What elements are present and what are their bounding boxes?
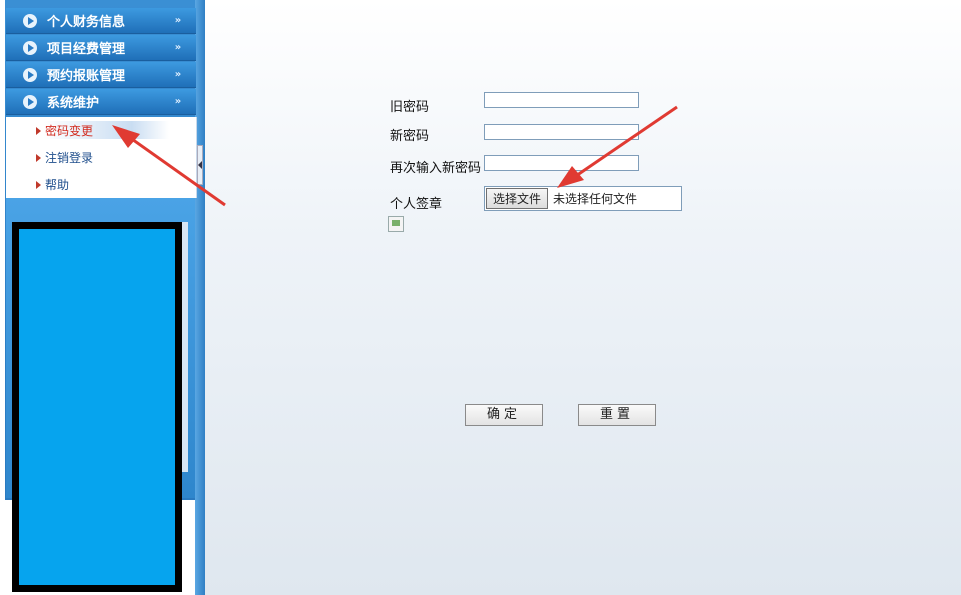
play-circle-icon: [23, 40, 37, 55]
old-password-label: 旧密码: [390, 100, 430, 115]
redaction-box: [12, 222, 182, 592]
submenu-label: 注销登录: [45, 151, 94, 165]
submenu-label: 密码变更: [45, 124, 94, 138]
triangle-right-icon: [36, 180, 41, 189]
submenu-item-help[interactable]: 帮助: [6, 171, 196, 198]
menu-project-funds[interactable]: 项目经费管理 »: [6, 35, 196, 61]
menu-label: 预约报账管理: [47, 69, 126, 84]
menu-personal-finance[interactable]: 个人财务信息 »: [6, 8, 196, 34]
submenu-label: 帮助: [45, 178, 70, 192]
confirm-button[interactable]: 确定: [465, 404, 543, 426]
main-content: [205, 0, 961, 595]
menu-system-maintenance[interactable]: 系统维护 »: [6, 89, 196, 115]
triangle-right-icon: [36, 153, 41, 162]
sidebar-collapse-handle[interactable]: [197, 145, 203, 185]
broken-image-icon: [388, 216, 404, 232]
submenu-item-change-password[interactable]: 密码变更: [6, 117, 196, 144]
signature-label: 个人签章: [390, 197, 443, 212]
menu-label: 个人财务信息: [47, 15, 126, 30]
confirm-password-field[interactable]: [484, 155, 639, 171]
menu-label: 系统维护: [47, 96, 100, 111]
system-maintenance-submenu: 密码变更 注销登录 帮助: [6, 117, 197, 198]
play-circle-icon: [23, 13, 37, 28]
signature-file-input[interactable]: 选择文件 未选择任何文件: [484, 186, 682, 211]
submenu-item-logout[interactable]: 注销登录: [6, 144, 196, 171]
play-circle-icon: [23, 67, 37, 82]
chevron-down-icon: »: [174, 96, 182, 107]
sidebar-edge: [195, 0, 205, 595]
new-password-label: 新密码: [390, 129, 430, 144]
reset-button[interactable]: 重置: [578, 404, 656, 426]
triangle-right-icon: [36, 126, 41, 135]
menu-reimbursement-booking[interactable]: 预约报账管理 »: [6, 62, 196, 88]
play-circle-icon: [23, 94, 37, 109]
menu-label: 项目经费管理: [47, 42, 126, 57]
sidebar: 个人财务信息 » 项目经费管理 » 预约报账管理 » 系统维护 » 密码变更 注…: [0, 0, 205, 595]
file-status-text: 未选择任何文件: [553, 192, 638, 206]
confirm-password-label: 再次输入新密码: [390, 161, 482, 176]
new-password-field[interactable]: [484, 124, 639, 140]
choose-file-button[interactable]: 选择文件: [486, 188, 549, 209]
chevron-down-icon: »: [174, 15, 182, 26]
old-password-field[interactable]: [484, 92, 639, 108]
chevron-down-icon: »: [174, 42, 182, 53]
chevron-down-icon: »: [174, 69, 182, 80]
